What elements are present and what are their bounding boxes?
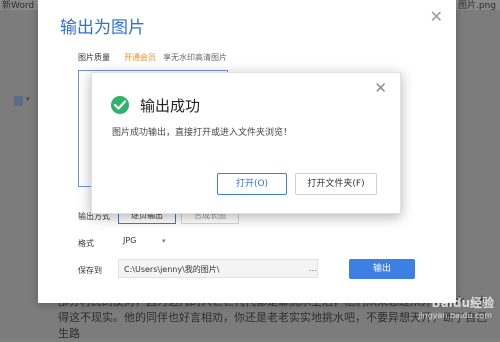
- watermark-url: jingyan.baidu.com: [418, 311, 492, 320]
- save-path-field[interactable]: C:\Users\jenny\我的图片\: [118, 259, 318, 278]
- close-icon[interactable]: ✕: [374, 79, 387, 97]
- window-title-right: 图片.png: [458, 1, 496, 11]
- browse-button[interactable]: ...: [309, 259, 317, 278]
- document-icon[interactable]: [14, 96, 23, 106]
- open-folder-button[interactable]: 打开文件夹(F): [295, 173, 377, 195]
- popup-message: 图片成功输出，直接打开或进入文件夹浏览！: [112, 128, 293, 138]
- vip-description: 享无水印高清图片: [163, 53, 227, 62]
- watermark-text: Baidu经验: [431, 296, 495, 310]
- chevron-down-icon[interactable]: ▾: [162, 233, 166, 249]
- open-button[interactable]: 打开(O): [217, 173, 287, 195]
- format-label: 格式: [78, 239, 94, 248]
- save-location-label: 保存到: [78, 266, 102, 275]
- vip-link[interactable]: 开通会员: [124, 52, 156, 63]
- export-button[interactable]: 输出: [349, 259, 415, 279]
- format-select[interactable]: JPG: [118, 233, 177, 249]
- chevron-down-icon[interactable]: ▾: [26, 95, 30, 103]
- check-circle-icon: [111, 96, 129, 114]
- dialog-title: 输出为图片: [60, 18, 145, 38]
- close-icon[interactable]: ✕: [430, 7, 443, 26]
- popup-title: 输出成功: [140, 97, 201, 115]
- quality-label: 图片质量: [78, 53, 110, 62]
- watermark: Baidu经验 jingyan.baidu.com: [384, 294, 494, 334]
- success-popup: 输出成功 ✕ 图片成功输出，直接打开或进入文件夹浏览！ 打开(O) 打开文件夹(…: [91, 72, 401, 214]
- window-title: 新Word: [2, 1, 35, 11]
